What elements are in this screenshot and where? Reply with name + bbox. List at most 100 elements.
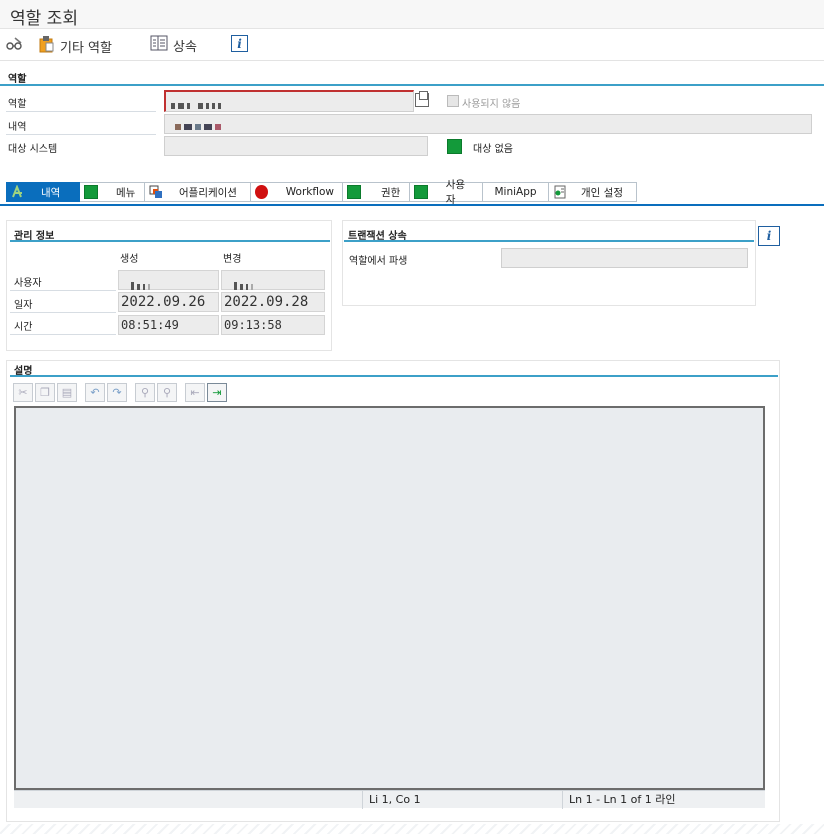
binoculars-next-icon: ⚲ xyxy=(162,386,172,399)
tab-strip: 내역 메뉴 어플리케이션 Workflow 권한 사용자 MiniApp 개인 … xyxy=(6,179,637,206)
tab-underline xyxy=(0,204,824,206)
row-divider xyxy=(10,290,116,291)
admin-info-line xyxy=(10,240,330,242)
toolbar-divider xyxy=(0,60,824,61)
scissors-icon: ✂ xyxy=(18,386,28,399)
redo-icon: ↷ xyxy=(112,386,122,399)
description-field xyxy=(164,114,812,134)
description-text-area[interactable] xyxy=(14,406,765,790)
tab-label: 메뉴 xyxy=(116,186,136,199)
tab-label: Workflow xyxy=(285,186,334,198)
find-next-button[interactable]: ⚲ xyxy=(157,383,177,402)
copy-button[interactable]: ❐ xyxy=(35,383,55,402)
tab-label: 사용자 xyxy=(445,179,466,206)
target-system-label: 대상 시스템 xyxy=(8,144,58,155)
window-title: 역할 조회 xyxy=(10,9,78,29)
info-button[interactable]: i xyxy=(231,35,248,56)
glasses-pencil-icon xyxy=(6,36,24,56)
load-file-icon: ⇤ xyxy=(190,386,200,399)
green-status-icon xyxy=(414,185,428,199)
other-role-label: 기타 역할 xyxy=(60,40,112,56)
editor-toolbar: ✂ ❐ ▤ ↶ ↷ ⚲ ⚲ ⇤ ⇥ xyxy=(13,383,227,402)
tab-workflow[interactable]: Workflow xyxy=(251,182,343,202)
clipboard-icon xyxy=(37,35,55,57)
save-file-button[interactable]: ⇥ xyxy=(207,383,227,402)
red-status-icon xyxy=(255,185,268,199)
save-file-icon: ⇥ xyxy=(212,386,222,399)
transaction-inherit-line xyxy=(344,240,754,242)
description-icon xyxy=(11,184,25,199)
svg-text:i: i xyxy=(237,37,242,51)
display-change-button[interactable] xyxy=(6,36,24,56)
no-target-label: 대상 없음 xyxy=(473,144,513,155)
description-value-redacted xyxy=(175,120,224,133)
info-button[interactable]: i xyxy=(758,226,780,246)
tab-label: 내역 xyxy=(41,186,61,199)
role-group-title: 역할 xyxy=(8,74,27,85)
paste-icon: ▤ xyxy=(61,386,73,399)
role-group-line xyxy=(0,84,824,86)
changed-time-field: 09:13:58 xyxy=(221,315,325,335)
info-icon: i xyxy=(763,228,775,245)
svg-text:i: i xyxy=(767,229,772,242)
time-row-label: 시간 xyxy=(14,322,33,333)
tab-miniapp[interactable]: MiniApp xyxy=(483,182,549,202)
description-line xyxy=(10,375,778,377)
footer-pattern xyxy=(0,824,824,834)
row-divider xyxy=(6,111,156,112)
role-name-field[interactable] xyxy=(164,90,414,112)
description-label: 내역 xyxy=(8,122,27,133)
inherit-label: 상속 xyxy=(173,39,197,55)
green-status-icon xyxy=(347,185,361,199)
application-icon xyxy=(149,185,163,199)
application-toolbar xyxy=(0,30,824,58)
created-column-header: 생성 xyxy=(120,254,139,265)
redo-button[interactable]: ↷ xyxy=(107,383,127,402)
unused-checkbox-label: 사용되지 않음 xyxy=(462,99,521,110)
title-bar xyxy=(0,0,824,29)
changed-column-header: 변경 xyxy=(223,254,242,265)
undo-button[interactable]: ↶ xyxy=(85,383,105,402)
info-icon: i xyxy=(231,35,248,56)
editor-status-bar: Li 1, Co 1 Ln 1 - Ln 1 of 1 라인 xyxy=(14,790,765,809)
created-date-field: 2022.09.26 xyxy=(118,292,219,312)
tab-user[interactable]: 사용자 xyxy=(410,179,483,206)
row-divider xyxy=(10,334,116,335)
derived-from-role-field xyxy=(501,248,748,268)
tab-label: 권한 xyxy=(381,186,401,199)
personalization-icon xyxy=(553,185,567,199)
user-row-label: 사용자 xyxy=(14,278,42,289)
tab-menu[interactable]: 메뉴 xyxy=(80,182,145,202)
target-system-field xyxy=(164,136,428,156)
tab-authorization[interactable]: 권한 xyxy=(343,182,410,202)
derived-from-role-label: 역할에서 파생 xyxy=(349,256,408,267)
tab-application[interactable]: 어플리케이션 xyxy=(145,182,251,202)
load-file-button[interactable]: ⇤ xyxy=(185,383,205,402)
tab-personalization[interactable]: 개인 설정 xyxy=(549,182,637,202)
find-button[interactable]: ⚲ xyxy=(135,383,155,402)
copy-icon: ❐ xyxy=(40,386,50,399)
changed-by-field xyxy=(221,270,325,290)
cursor-position: Li 1, Co 1 xyxy=(362,791,562,809)
other-role-button[interactable]: 기타 역할 xyxy=(37,35,112,57)
date-row-label: 일자 xyxy=(14,300,33,311)
created-by-field xyxy=(118,270,219,290)
row-divider xyxy=(10,312,116,313)
hierarchy-list-icon xyxy=(150,35,168,55)
role-value-redacted xyxy=(171,99,224,112)
changed-date-field: 2022.09.28 xyxy=(221,292,325,312)
binoculars-icon: ⚲ xyxy=(140,386,150,399)
unused-checkbox[interactable] xyxy=(447,95,459,107)
row-divider xyxy=(6,134,156,135)
tab-label: MiniApp xyxy=(494,186,537,198)
inherit-button[interactable]: 상속 xyxy=(150,35,197,55)
tab-label: 개인 설정 xyxy=(581,186,623,199)
green-status-icon xyxy=(447,139,462,154)
cut-button[interactable]: ✂ xyxy=(13,383,33,402)
green-status-icon xyxy=(84,185,98,199)
copy-icon[interactable] xyxy=(415,91,429,107)
role-label: 역할 xyxy=(8,99,27,110)
paste-button[interactable]: ▤ xyxy=(57,383,77,402)
created-time-field: 08:51:49 xyxy=(118,315,219,335)
tab-description[interactable]: 내역 xyxy=(6,182,80,202)
